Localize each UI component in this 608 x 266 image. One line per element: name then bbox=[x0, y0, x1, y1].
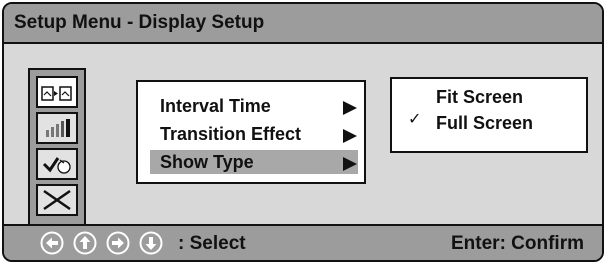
arrow-left-icon bbox=[40, 231, 64, 255]
chevron-right-icon bbox=[342, 154, 358, 178]
arrow-up-icon bbox=[73, 231, 97, 255]
category-sidebar bbox=[28, 68, 86, 228]
menu-item-show-type[interactable]: Show Type bbox=[150, 150, 358, 174]
menu-content: Interval Time Transition Effect Show Typ… bbox=[4, 44, 602, 228]
menu-item-transition-effect[interactable]: Transition Effect bbox=[150, 122, 358, 146]
title-bar: Setup Menu - Display Setup bbox=[4, 4, 602, 44]
menu-item-interval-time[interactable]: Interval Time bbox=[150, 94, 358, 118]
arrow-down-icon bbox=[139, 231, 163, 255]
nav-arrow-icons bbox=[40, 231, 163, 255]
arrow-right-icon bbox=[106, 231, 130, 255]
exit-icon[interactable] bbox=[36, 184, 78, 216]
chevron-right-icon bbox=[342, 126, 358, 150]
option-full-screen[interactable]: Full Screen bbox=[436, 113, 533, 134]
check-icon: ✓ bbox=[408, 111, 422, 128]
slideshow-icon[interactable] bbox=[36, 76, 78, 108]
checkmark-icon[interactable] bbox=[36, 148, 78, 180]
window-title: Setup Menu - Display Setup bbox=[14, 12, 265, 33]
footer-bar: : Select Enter: Confirm bbox=[4, 224, 602, 260]
menu-item-label: Show Type bbox=[160, 152, 254, 172]
option-fit-screen[interactable]: Fit Screen bbox=[436, 87, 523, 108]
menu-item-label: Interval Time bbox=[160, 96, 271, 116]
select-hint: : Select bbox=[178, 233, 246, 254]
setup-menu-window: Setup Menu - Display Setup Interval Time… bbox=[2, 2, 604, 262]
menu-item-label: Transition Effect bbox=[160, 124, 302, 144]
show-type-submenu: Fit Screen ✓ Full Screen bbox=[390, 77, 588, 153]
level-bars-icon[interactable] bbox=[36, 112, 78, 144]
chevron-right-icon bbox=[342, 98, 358, 122]
confirm-hint: Enter: Confirm bbox=[451, 233, 584, 254]
display-setup-menu: Interval Time Transition Effect Show Typ… bbox=[136, 80, 366, 184]
